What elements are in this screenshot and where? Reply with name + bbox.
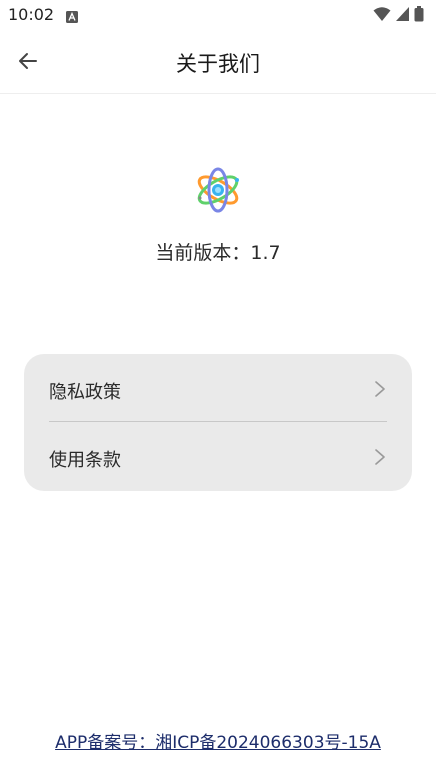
icp-record-link[interactable]: APP备案号：湘ICP备2024066303号-15A — [0, 728, 436, 753]
menu-card: 隐私政策 使用条款 — [24, 354, 412, 491]
header: 关于我们 — [0, 30, 436, 94]
page-title: 关于我们 — [176, 52, 260, 76]
wifi-icon — [373, 6, 391, 26]
terms-of-use-item[interactable]: 使用条款 — [24, 422, 412, 490]
chevron-right-icon — [374, 380, 386, 398]
chevron-right-icon — [374, 448, 386, 466]
status-icons — [373, 6, 424, 26]
battery-icon — [414, 6, 424, 26]
privacy-policy-item[interactable]: 隐私政策 — [24, 354, 412, 422]
version-text: 当前版本：1.7 — [155, 242, 281, 264]
status-time: 10:02 — [8, 5, 55, 24]
signal-icon — [395, 6, 410, 26]
menu-item-label: 使用条款 — [49, 450, 121, 471]
status-bar: 10:02 — [0, 0, 436, 30]
notification-icon — [66, 8, 78, 23]
app-logo — [193, 165, 243, 215]
menu-item-label: 隐私政策 — [49, 382, 121, 403]
